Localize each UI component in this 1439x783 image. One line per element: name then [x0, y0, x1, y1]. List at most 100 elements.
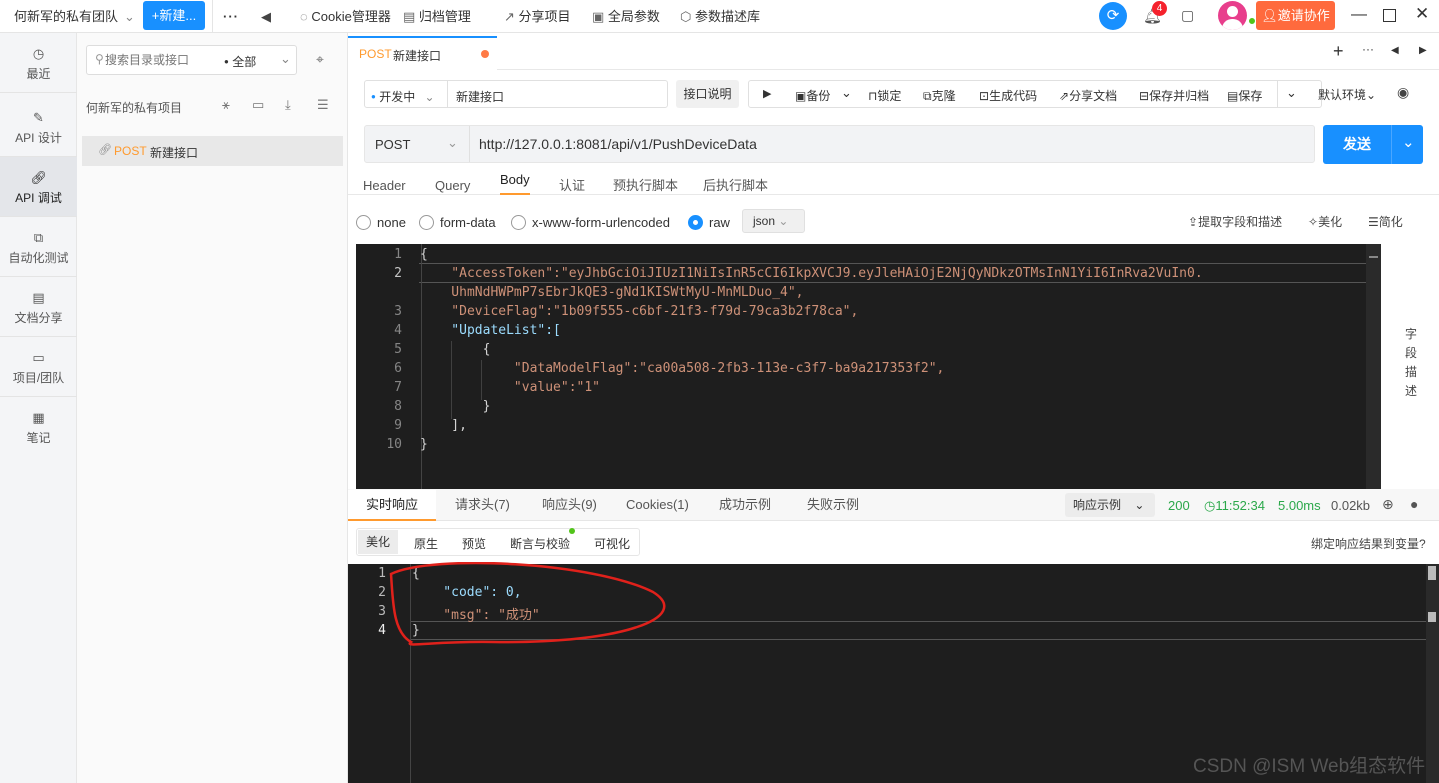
tab-pre-script[interactable]: 预执行脚本 [613, 171, 678, 201]
avatar[interactable] [1218, 1, 1247, 30]
add-folder-icon[interactable]: ▭ [252, 97, 264, 113]
eye-icon[interactable]: ◉ [1397, 84, 1409, 101]
tab-new-interface[interactable]: POST 新建接口 [348, 36, 497, 71]
chevron-down-icon: ⌄ [778, 214, 789, 228]
lock-button[interactable]: ⊓锁定 [868, 87, 901, 104]
minimize-icon[interactable]: — [1351, 6, 1367, 24]
tab-cookies[interactable]: Cookies(1) [626, 490, 689, 520]
filter-label: 全部 [232, 55, 257, 69]
tab-body[interactable]: Body [500, 171, 530, 195]
nav-notes[interactable]: ▦ 笔记 [0, 397, 77, 457]
extract-fields-button[interactable]: ⇪提取字段和描述 [1188, 213, 1282, 230]
tree-item-selected[interactable]: 🔗︎ POST 新建接口 [82, 136, 343, 166]
nav-project-team[interactable]: ▭ 项目/团队 [0, 337, 77, 397]
info-icon[interactable]: ● [1410, 496, 1418, 512]
tab-auth[interactable]: 认证 [559, 171, 585, 201]
raw-format-select[interactable]: json ⌄ [742, 209, 805, 233]
unsaved-dot[interactable] [481, 50, 489, 58]
maximize-icon[interactable] [1383, 9, 1396, 22]
beautify-button[interactable]: ✧美化 [1308, 213, 1342, 230]
tab-prev-icon[interactable]: ◀ [1391, 45, 1399, 56]
sync-icon[interactable]: ⟳ [1099, 2, 1127, 30]
note-icon: ▦ [32, 410, 45, 425]
chevron-down-icon[interactable]: ⌄ [841, 85, 852, 101]
view-beautify[interactable]: 美化 [358, 530, 398, 554]
response-example-select[interactable]: 响应示例 ⌄ [1065, 493, 1155, 517]
request-body-editor[interactable]: 1 2 3 4 5 6 7 8 9 10 { "AccessToken":"ey… [356, 244, 1381, 489]
search-input[interactable] [105, 50, 213, 70]
tab-header[interactable]: Header [363, 171, 406, 201]
tab-next-icon[interactable]: ▶ [1419, 45, 1427, 56]
save-archive-button[interactable]: ⊟保存并归档 [1139, 87, 1209, 104]
url-input[interactable]: http://127.0.0.1:8081/api/v1/PushDeviceD… [479, 136, 757, 152]
tab-realtime-response[interactable]: 实时响应 [348, 490, 436, 521]
status-select[interactable]: ● 开发中 ⌄ [371, 88, 435, 105]
nav-label: API 设计 [15, 131, 62, 145]
body-type-none[interactable]: none [356, 215, 406, 230]
scrollbar[interactable] [1426, 564, 1439, 783]
env-select[interactable]: 默认环境⌄ [1318, 86, 1376, 103]
tab-post-script[interactable]: 后执行脚本 [703, 171, 768, 201]
link-icon: 🔗︎ [98, 144, 112, 156]
view-assertions[interactable]: 断言与校验 [510, 535, 570, 552]
archive-manager-button[interactable]: ▤ 归档管理 [403, 0, 471, 33]
nav-api-design[interactable]: ✎ API 设计 [0, 97, 77, 157]
body-type-urlencoded[interactable]: x-www-form-urlencoded [511, 215, 670, 230]
doc-button[interactable]: 接口说明 [676, 80, 739, 108]
api-name-input[interactable]: 新建接口 [456, 88, 504, 105]
tab-fail-example[interactable]: 失败示例 [807, 490, 859, 520]
field-desc-toggle[interactable]: 字 段 描 述 [1405, 325, 1417, 401]
tab-request-headers[interactable]: 请求头(7) [455, 490, 510, 520]
field-desc-char: 字 [1405, 327, 1418, 341]
invite-button[interactable]: 👤︎邀请协作 [1256, 1, 1335, 30]
clone-button[interactable]: ⧉克隆 [923, 87, 956, 104]
param-desc-lib-button[interactable]: ⬡ 参数描述库 [680, 0, 760, 33]
share-project-button[interactable]: ↗ 分享项目 [504, 0, 571, 33]
global-params-button[interactable]: ▣ 全局参数 [592, 0, 660, 33]
nav-recent[interactable]: ◷ 最近 [0, 33, 77, 93]
view-preview[interactable]: 预览 [462, 535, 486, 552]
send-button[interactable]: 发送 [1323, 125, 1391, 164]
more-icon[interactable]: ··· [223, 0, 239, 33]
tab-query[interactable]: Query [435, 171, 470, 201]
chevron-down-icon[interactable]: ⌄ [1286, 85, 1297, 101]
save-button[interactable]: ▤保存 [1227, 87, 1262, 104]
tab-response-headers[interactable]: 响应头(9) [542, 490, 597, 520]
body-type-raw[interactable]: raw [688, 215, 730, 230]
nav-automation[interactable]: ⧉ 自动化测试 [0, 217, 77, 277]
body-type-form-data[interactable]: form-data [419, 215, 496, 230]
gen-code-button[interactable]: ⊡生成代码 [979, 87, 1037, 104]
add-interface-icon[interactable]: ⚹ [222, 97, 230, 113]
chevron-down-icon[interactable]: ⌄ [1402, 133, 1415, 151]
add-tab-icon[interactable]: + [1333, 41, 1344, 62]
sort-icon[interactable]: ☰ [317, 97, 329, 113]
close-icon[interactable]: ✕ [1415, 4, 1429, 24]
team-selector[interactable]: 何新军的私有团队 ⌄ [14, 0, 135, 33]
locate-icon[interactable]: ⌖ [316, 51, 324, 68]
tab-success-example[interactable]: 成功示例 [719, 490, 771, 520]
nav-label: 文档分享 [14, 311, 63, 325]
import-icon[interactable]: ⤓ [285, 97, 291, 113]
simplify-button[interactable]: ☰简化 [1368, 213, 1403, 230]
method-select[interactable]: POST [375, 137, 410, 152]
code-line: "value":"1" [420, 380, 601, 395]
tab-method: POST [359, 47, 392, 61]
lock-label: 锁定 [877, 89, 902, 103]
share-doc-button[interactable]: ⇗分享文档 [1059, 87, 1117, 104]
bind-variable-link[interactable]: 绑定响应结果到变量? [1311, 535, 1426, 552]
scrollbar[interactable] [1366, 244, 1381, 489]
back-icon[interactable]: ◀ [261, 0, 271, 33]
globe-icon[interactable]: ⊕ [1382, 496, 1394, 513]
nav-doc-share[interactable]: ▤ 文档分享 [0, 277, 77, 337]
nav-api-debug[interactable]: 🔗︎ API 调试 [0, 157, 77, 217]
chevron-down-icon: ⌄ [1366, 88, 1377, 102]
filter-select[interactable]: ● 全部 [224, 53, 256, 70]
cookie-manager-button[interactable]: ◌ Cookie管理器 [300, 0, 391, 33]
tab-more-icon[interactable]: ··· [1362, 42, 1374, 56]
notes-icon[interactable]: ▢ [1181, 7, 1194, 24]
backup-button[interactable]: ▣备份 [795, 87, 830, 104]
new-button[interactable]: +新建... [143, 1, 205, 30]
run-icon[interactable]: ▶ [763, 87, 771, 100]
view-raw[interactable]: 原生 [414, 535, 438, 552]
view-visualize[interactable]: 可视化 [594, 535, 630, 552]
